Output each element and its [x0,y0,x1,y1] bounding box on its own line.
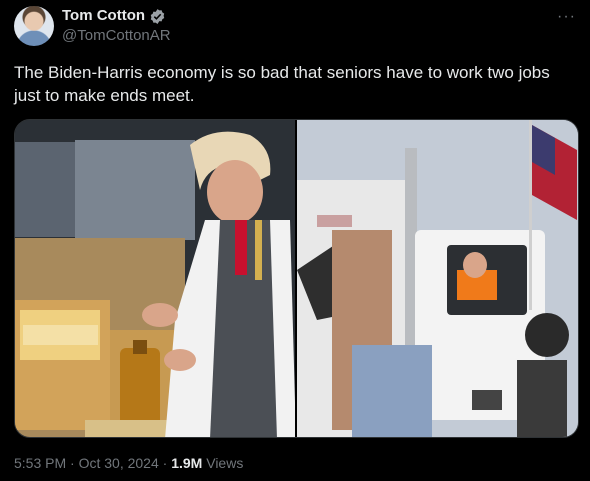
author-handle[interactable]: @TomCottonAR [62,26,171,46]
tweet-meta: 5:53 PM · Oct 30, 2024 · 1.9M Views [14,455,243,471]
fry-station-image [15,120,295,437]
truck-cab-image [297,120,578,437]
tweet-media[interactable] [14,119,579,438]
meta-separator-1: · [70,455,75,471]
meta-separator-2: · [162,455,168,471]
tweet-time[interactable]: 5:53 PM [14,455,66,471]
views-label[interactable]: Views [206,455,243,471]
tweet-date[interactable]: Oct 30, 2024 [79,455,159,471]
tweet-text: The Biden-Harris economy is so bad that … [14,63,550,105]
more-options-icon[interactable]: ··· [557,8,576,26]
author-name-row[interactable]: Tom Cotton [62,6,171,26]
author-display-name[interactable]: Tom Cotton [62,6,145,26]
tweet-header: Tom Cotton @TomCottonAR ··· [14,6,576,46]
author-info: Tom Cotton @TomCottonAR [62,6,171,46]
verified-badge-icon [150,8,165,24]
avatar[interactable] [14,6,54,46]
photo-truck-cab[interactable] [297,120,578,437]
views-count[interactable]: 1.9M [171,455,202,471]
photo-fry-station[interactable] [15,120,295,437]
